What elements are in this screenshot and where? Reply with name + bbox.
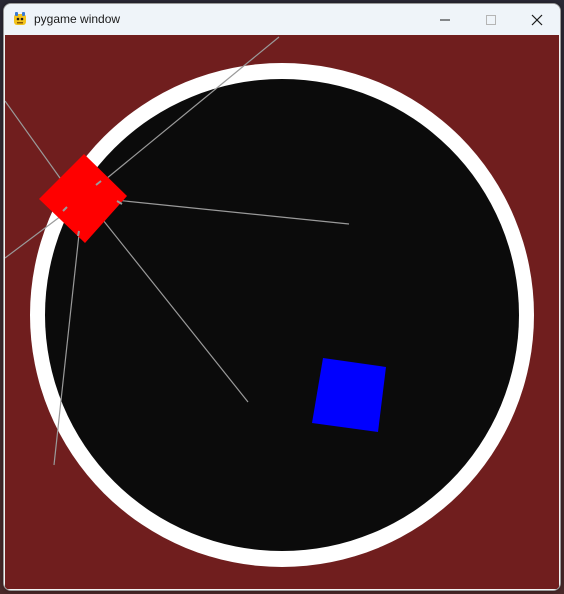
arena-floor	[45, 79, 519, 551]
maximize-button[interactable]	[468, 4, 514, 35]
close-icon	[531, 14, 543, 25]
target-square	[312, 358, 386, 432]
ray-origin-marker	[77, 230, 80, 237]
pygame-snake-icon	[14, 12, 26, 25]
title-bar[interactable]: pygame window	[4, 4, 560, 35]
minimize-button[interactable]	[422, 4, 468, 35]
game-canvas[interactable]	[5, 35, 559, 589]
minimize-icon	[440, 19, 450, 20]
maximize-icon	[486, 14, 496, 25]
close-button[interactable]	[514, 4, 560, 35]
window-title: pygame window	[34, 12, 121, 26]
pygame-window: pygame window	[3, 3, 561, 591]
